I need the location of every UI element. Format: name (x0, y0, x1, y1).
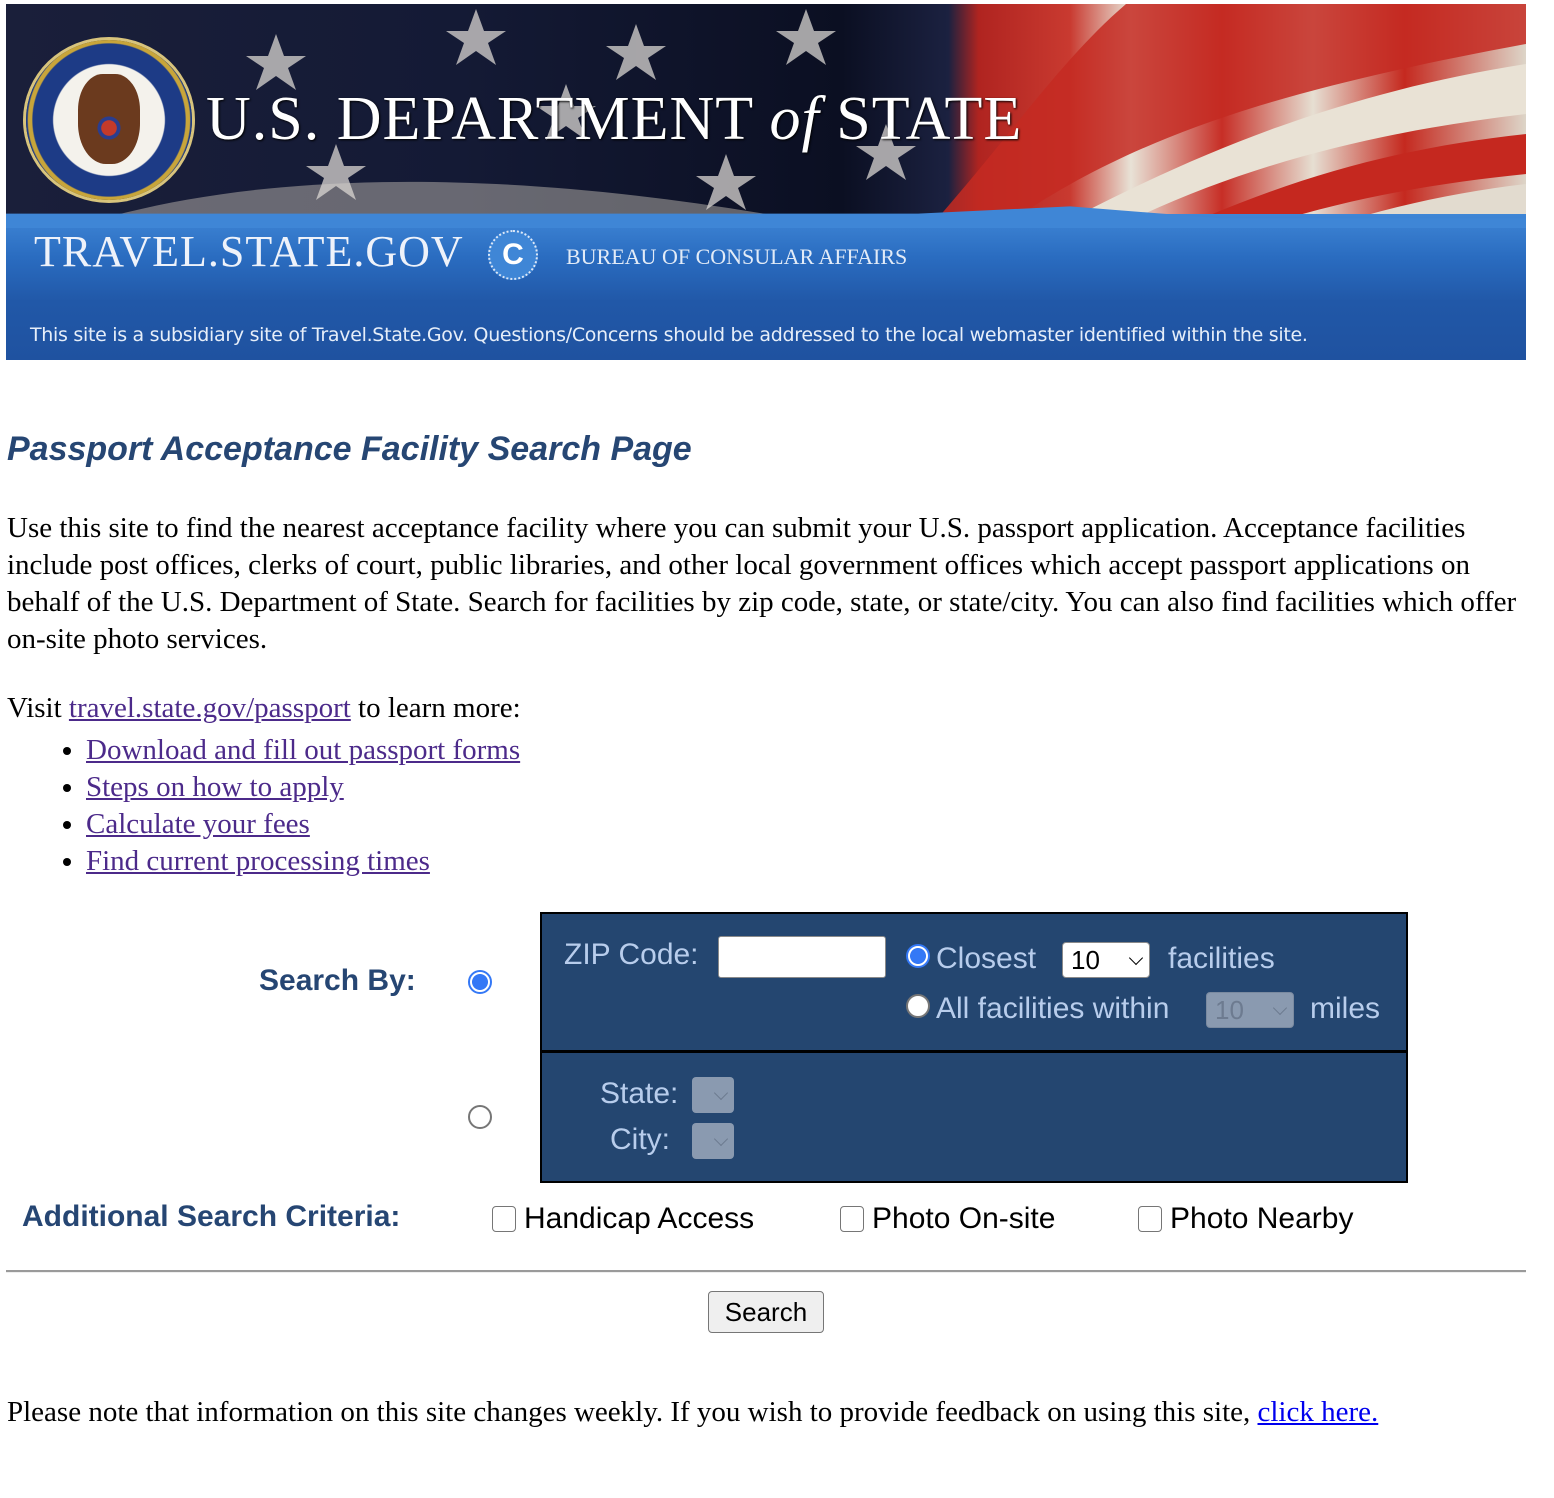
all-facilities-within-label: All facilities within (936, 992, 1170, 1025)
all-facilities-within-radio[interactable] (906, 994, 930, 1018)
department-title-suffix: STATE (819, 85, 1023, 153)
resource-links-list: Download and fill out passport forms Ste… (46, 732, 520, 880)
footer-note-text: Please note that information on this sit… (7, 1396, 1258, 1428)
miles-select[interactable]: 10 (1206, 992, 1294, 1028)
miles-label: miles (1310, 992, 1381, 1025)
photo-nearby-label: Photo Nearby (1170, 1202, 1354, 1235)
visit-suffix: to learn more: (350, 692, 521, 724)
handicap-access-checkbox[interactable] (492, 1206, 516, 1232)
zip-search-panel: ZIP Code: Closest 10 facilities All faci… (540, 912, 1408, 1052)
zip-code-input[interactable] (718, 936, 886, 978)
page-title: Passport Acceptance Facility Search Page (7, 430, 692, 468)
department-title: U.S. DEPARTMENT of STATE (206, 84, 1022, 155)
department-seal-icon (26, 40, 192, 200)
subsidiary-notice: This site is a subsidiary site of Travel… (30, 324, 1308, 346)
site-banner: U.S. DEPARTMENT of STATE TRAVEL.STATE.GO… (6, 4, 1526, 360)
closest-count-select[interactable]: 10 (1062, 942, 1150, 978)
city-label: City: (610, 1123, 670, 1156)
miles-value: 10 (1215, 994, 1244, 1025)
facilities-label: facilities (1168, 942, 1275, 975)
state-city-search-panel: State: City: (540, 1051, 1408, 1183)
calculate-fees-link[interactable]: Calculate your fees (86, 808, 310, 840)
chevron-down-icon (1128, 950, 1144, 966)
handicap-access-label: Handicap Access (524, 1202, 755, 1235)
list-item: Steps on how to apply (86, 769, 520, 806)
footer-note: Please note that information on this sit… (7, 1394, 1487, 1431)
horizontal-divider (6, 1270, 1526, 1273)
chevron-down-icon (713, 1085, 729, 1101)
chevron-down-icon (1272, 1000, 1288, 1016)
search-by-state-city-radio[interactable] (468, 1105, 492, 1129)
travel-state-gov-passport-link[interactable]: travel.state.gov/passport (69, 692, 351, 724)
visit-prefix: Visit (7, 692, 69, 724)
city-select[interactable] (692, 1123, 734, 1159)
photo-nearby-checkbox[interactable] (1138, 1206, 1162, 1232)
list-item: Download and fill out passport forms (86, 732, 520, 769)
zip-code-label: ZIP Code: (564, 938, 699, 971)
list-item: Find current processing times (86, 843, 520, 880)
state-label: State: (600, 1077, 679, 1110)
additional-criteria-label: Additional Search Criteria: (22, 1200, 401, 1233)
closest-count-value: 10 (1071, 944, 1100, 975)
search-by-label: Search By: (259, 964, 416, 997)
travel-state-gov-logo: TRAVEL.STATE.GOV (34, 227, 464, 276)
department-title-prefix: U.S. DEPARTMENT (206, 85, 770, 153)
feedback-link[interactable]: click here. (1258, 1396, 1379, 1428)
list-item: Calculate your fees (86, 806, 520, 843)
consular-affairs-c-icon: C (488, 230, 538, 280)
chevron-down-icon (713, 1131, 729, 1147)
intro-paragraph: Use this site to find the nearest accept… (7, 512, 1517, 655)
closest-facilities-radio[interactable] (906, 944, 930, 968)
download-forms-link[interactable]: Download and fill out passport forms (86, 734, 520, 766)
closest-label: Closest (936, 942, 1037, 975)
department-title-of: of (769, 85, 820, 153)
photo-onsite-checkbox[interactable] (840, 1206, 864, 1232)
visit-line: Visit travel.state.gov/passport to learn… (7, 690, 521, 727)
search-by-zip-radio[interactable] (468, 970, 492, 994)
eagle-emblem-icon (78, 74, 140, 164)
bureau-name: BUREAU OF CONSULAR AFFAIRS (566, 244, 908, 269)
processing-times-link[interactable]: Find current processing times (86, 845, 430, 877)
search-button[interactable]: Search (708, 1291, 824, 1333)
steps-to-apply-link[interactable]: Steps on how to apply (86, 771, 344, 803)
state-select[interactable] (692, 1077, 734, 1113)
photo-onsite-label: Photo On-site (872, 1202, 1056, 1235)
